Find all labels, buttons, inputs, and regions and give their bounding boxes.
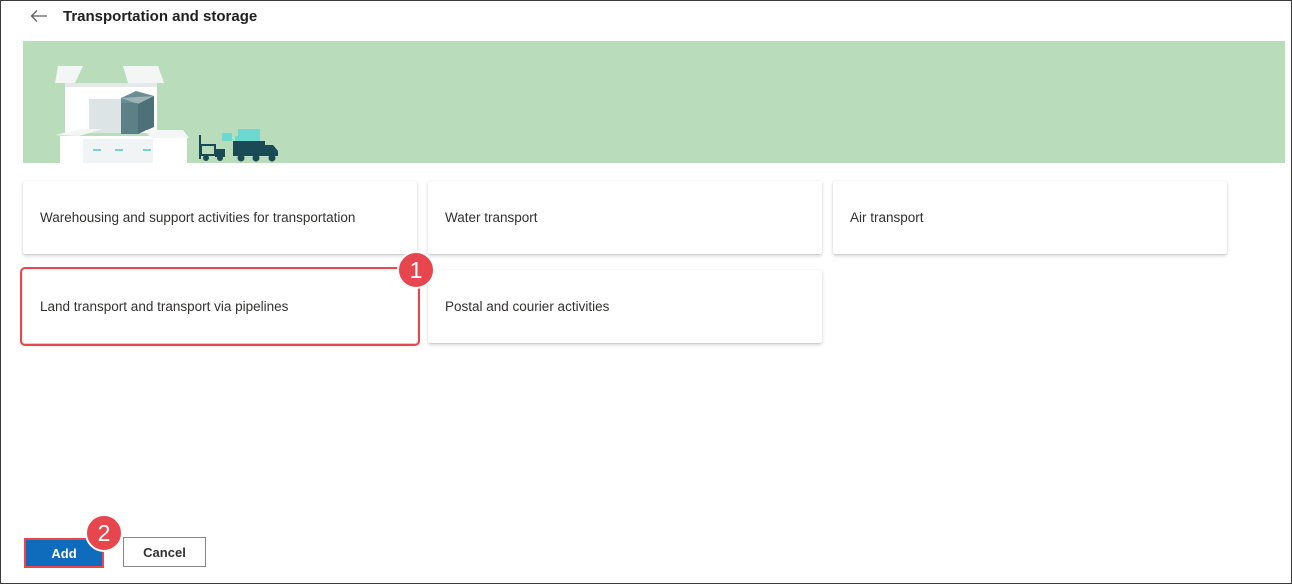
category-card-label: Water transport xyxy=(445,210,538,225)
category-banner xyxy=(23,41,1285,163)
back-button[interactable] xyxy=(28,5,50,27)
page-header: Transportation and storage xyxy=(28,4,257,28)
category-card[interactable]: Warehousing and support activities for t… xyxy=(23,181,417,254)
category-card[interactable]: Postal and courier activities xyxy=(428,270,822,343)
category-card-label: Land transport and transport via pipelin… xyxy=(40,299,289,314)
warehouse-and-truck-illustration xyxy=(55,66,278,163)
category-card-selected[interactable]: Land transport and transport via pipelin… xyxy=(20,267,420,346)
category-card[interactable]: Air transport xyxy=(833,181,1227,254)
category-card-label: Air transport xyxy=(850,210,924,225)
page-title: Transportation and storage xyxy=(63,7,258,25)
category-card[interactable]: Water transport xyxy=(428,181,822,254)
category-card-label: Warehousing and support activities for t… xyxy=(40,210,356,225)
step-2-badge: 2 xyxy=(85,514,123,552)
arrow-left-icon xyxy=(30,10,47,22)
cancel-button[interactable]: Cancel xyxy=(123,537,206,567)
step-1-badge: 1 xyxy=(397,251,435,289)
category-card-label: Postal and courier activities xyxy=(445,299,610,314)
